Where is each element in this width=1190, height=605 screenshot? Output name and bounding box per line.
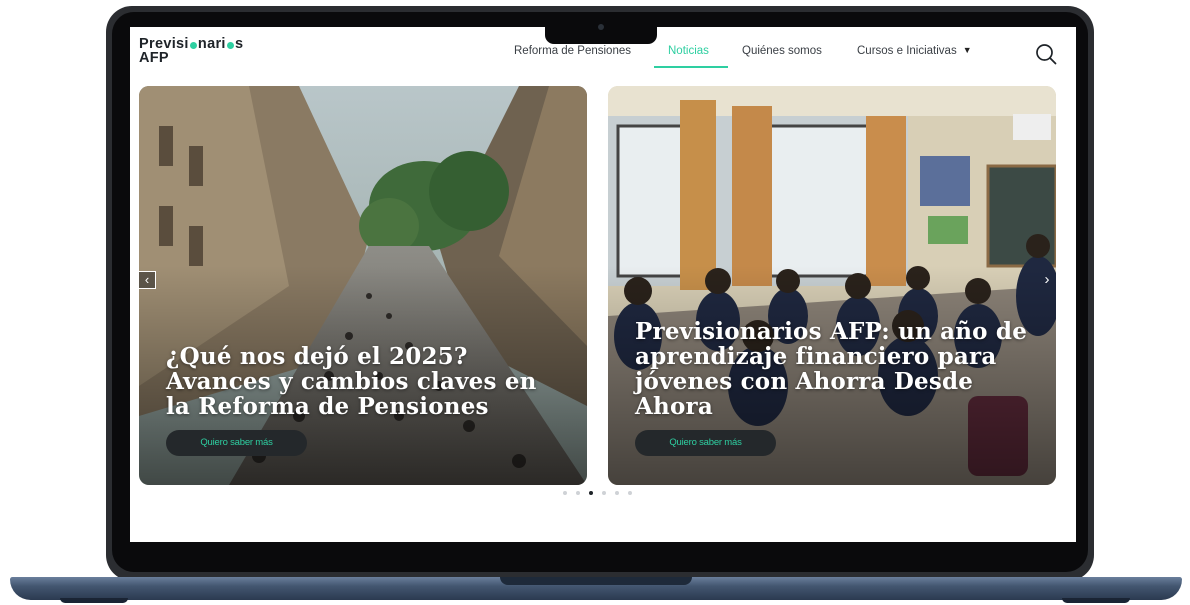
camera-notch [545,15,657,44]
carousel-dot[interactable] [615,491,619,495]
chevron-left-icon: ‹ [144,272,150,287]
slide-1-cta-button[interactable]: Quiero saber más [166,430,307,456]
logo-line-2: AFP [139,50,169,66]
classroom-photo [608,86,1056,485]
nav-item-quienes-somos[interactable]: Quiénes somos [742,45,822,57]
nav-item-reforma[interactable]: Reforma de Pensiones [514,45,631,57]
carousel-slide-2[interactable]: Previsionarios AFP: un año de aprendizaj… [608,86,1056,485]
carousel-next-button[interactable]: › [1038,271,1056,289]
slide-2-title[interactable]: Previsionarios AFP: un año de aprendizaj… [635,319,1035,419]
carousel-prev-button[interactable]: ‹ [138,271,156,289]
slide-2-cta-button[interactable]: Quiero saber más [635,430,776,456]
carousel-dot[interactable] [628,491,632,495]
street-photo [139,86,587,485]
camera-icon [598,24,604,30]
laptop-base-notch [500,577,692,585]
carousel-dot[interactable] [576,491,580,495]
carousel-dot[interactable] [563,491,567,495]
search-icon[interactable] [1035,43,1057,65]
laptop-foot-right [1062,598,1130,603]
chevron-down-icon: ▼ [962,45,972,55]
chevron-right-icon: › [1044,271,1050,288]
nav-item-cursos[interactable]: Cursos e Iniciativas ▼ [857,45,972,57]
nav-item-cursos-label: Cursos e Iniciativas [857,45,957,57]
carousel-slide-1[interactable]: ¿Qué nos dejó el 2025? Avances y cambios… [139,86,587,485]
nav-active-indicator [654,66,728,68]
laptop-foot-left [60,598,128,603]
slide-1-title[interactable]: ¿Qué nos dejó el 2025? Avances y cambios… [166,344,566,419]
carousel-dot[interactable] [602,491,606,495]
site-logo[interactable]: Previsionarios AFP [139,37,243,66]
carousel-dot-active[interactable] [589,491,593,495]
nav-item-noticias[interactable]: Noticias [668,45,709,57]
website-screen: Previsionarios AFP Reforma de Pensiones … [130,27,1076,542]
